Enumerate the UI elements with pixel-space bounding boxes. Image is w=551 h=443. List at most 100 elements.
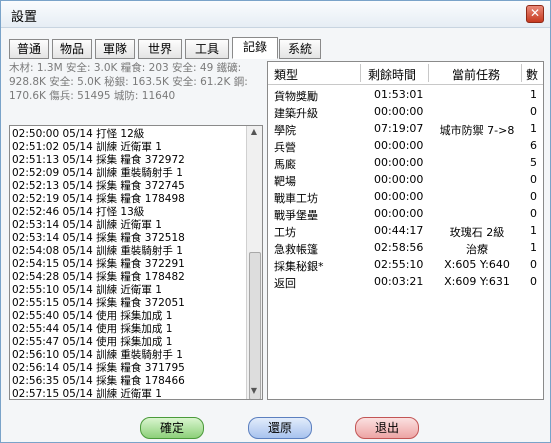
table-row[interactable]: 戰車工坊 00:00:00 0 <box>268 189 543 206</box>
row-time: 07:19:07 <box>374 122 424 135</box>
row-time: 00:00:00 <box>374 173 424 186</box>
table-row[interactable]: 建築升級 00:00:00 0 <box>268 104 543 121</box>
tab-system[interactable]: 系統 <box>279 39 321 59</box>
close-icon[interactable]: ✕ <box>526 5 544 23</box>
exit-button[interactable]: 退出 <box>355 417 419 439</box>
row-task: 治療 <box>466 243 488 256</box>
table-row[interactable]: 兵營 00:00:00 6 <box>268 138 543 155</box>
row-type: 學院 <box>274 124 296 137</box>
row-count: 0 <box>530 173 537 186</box>
row-count: 6 <box>530 139 537 152</box>
log-line: 02:53:14 05/14 訓練 近衛軍 1 <box>12 219 162 231</box>
stats-line: 木材: 1.3M 安全: 3.0K 糧食: 203 安全: 49 鐵礦: <box>9 62 242 74</box>
row-type: 急救帳篷 <box>274 243 318 256</box>
header-remaining-time[interactable]: 剩餘時間 <box>368 66 416 83</box>
row-time: 00:00:00 <box>374 139 424 152</box>
table-row[interactable]: 貨物獎勵 01:53:01 1 <box>268 87 543 104</box>
log-line: 02:52:19 05/14 採集 糧食 178498 <box>12 193 185 205</box>
scroll-down-icon[interactable]: ▼ <box>249 386 259 398</box>
row-type: 工坊 <box>274 226 296 239</box>
row-task: 城市防禦 7->8 <box>439 124 515 137</box>
table-row[interactable]: 學院 07:19:07 城市防禦 7->8 1 <box>268 121 543 138</box>
row-time: 00:00:00 <box>374 207 424 220</box>
row-time: 00:44:17 <box>374 224 424 237</box>
log-line: 02:56:14 05/14 採集 糧食 371795 <box>12 362 185 374</box>
row-time: 02:55:10 <box>374 258 424 271</box>
tab-items[interactable]: 物品 <box>52 39 92 59</box>
row-count: 1 <box>530 88 537 101</box>
row-count: 0 <box>530 258 537 271</box>
row-type: 採集秘銀* <box>274 260 324 273</box>
table-row[interactable]: 急救帳篷 02:58:56 治療 1 <box>268 240 543 257</box>
row-type: 馬廄 <box>274 158 296 171</box>
log-line: 02:53:14 05/14 採集 糧食 372518 <box>12 232 185 244</box>
revert-button[interactable]: 還原 <box>248 417 312 439</box>
log-line: 02:55:15 05/14 採集 糧食 372051 <box>12 297 185 309</box>
row-count: 1 <box>530 122 537 135</box>
row-count: 0 <box>530 207 537 220</box>
row-type: 靶場 <box>274 175 296 188</box>
row-time: 00:00:00 <box>374 190 424 203</box>
table-row[interactable]: 戰爭堡壘 00:00:00 0 <box>268 206 543 223</box>
log-line: 02:55:47 05/14 使用 採集加成 1 <box>12 336 173 348</box>
column-divider[interactable] <box>428 64 429 82</box>
log-line: 02:51:02 05/14 訓練 近衛軍 1 <box>12 141 162 153</box>
header-current-task[interactable]: 當前任務 <box>452 66 500 83</box>
settings-window: 設置 ✕ 普通 物品 軍隊 世界 工具 記錄 系統 木材: 1.3M 安全: 3… <box>0 0 551 443</box>
row-count: 5 <box>530 156 537 169</box>
stats-line: 928.8K 安全: 5.0K 秘銀: 163.5K 安全: 61.2K 鋼: <box>9 76 248 88</box>
queue-header: 類型 剩餘時間 當前任務 數 <box>268 62 543 85</box>
row-time: 01:53:01 <box>374 88 424 101</box>
log-line: 02:55:40 05/14 使用 採集加成 1 <box>12 310 173 322</box>
column-divider[interactable] <box>360 64 361 82</box>
tab-army[interactable]: 軍隊 <box>95 39 135 59</box>
event-log[interactable]: 02:50:00 05/14 打怪 12級 02:51:02 05/14 訓練 … <box>9 125 263 400</box>
row-type: 兵營 <box>274 141 296 154</box>
table-row[interactable]: 返回 00:03:21 X:609 Y:631 0 <box>268 274 543 291</box>
row-count: 1 <box>530 241 537 254</box>
row-time: 00:00:00 <box>374 105 424 118</box>
row-type: 戰車工坊 <box>274 192 318 205</box>
header-count[interactable]: 數 <box>526 66 538 83</box>
table-row[interactable]: 採集秘銀* 02:55:10 X:605 Y:640 0 <box>268 257 543 274</box>
tab-world[interactable]: 世界 <box>138 39 182 59</box>
row-count: 0 <box>530 105 537 118</box>
title-bar: 設置 ✕ <box>1 1 550 28</box>
confirm-button[interactable]: 確定 <box>140 417 204 439</box>
log-line: 02:52:46 05/14 打怪 13級 <box>12 206 145 218</box>
table-row[interactable]: 工坊 00:44:17 玫瑰石 2級 1 <box>268 223 543 240</box>
stats-line: 170.6K 傷兵: 51495 城防: 11640 <box>9 90 176 102</box>
log-line: 02:54:15 05/14 採集 糧食 372291 <box>12 258 185 270</box>
tab-records[interactable]: 記錄 <box>232 37 278 59</box>
tab-tools[interactable]: 工具 <box>185 39 229 59</box>
log-line: 02:56:35 05/14 採集 糧食 178466 <box>12 375 185 387</box>
row-count: 1 <box>530 224 537 237</box>
row-time: 00:00:00 <box>374 156 424 169</box>
row-type: 貨物獎勵 <box>274 90 318 103</box>
window-title: 設置 <box>11 10 38 25</box>
table-row[interactable]: 靶場 00:00:00 0 <box>268 172 543 189</box>
row-task: 玫瑰石 2級 <box>449 226 505 239</box>
column-divider[interactable] <box>521 64 522 82</box>
row-type: 建築升級 <box>274 107 318 120</box>
scroll-thumb[interactable] <box>249 252 261 399</box>
log-scrollbar[interactable]: ▲ ▼ <box>246 126 262 399</box>
row-type: 返回 <box>274 277 296 290</box>
log-line: 02:52:13 05/14 採集 糧食 372745 <box>12 180 185 192</box>
log-line: 02:55:44 05/14 使用 採集加成 1 <box>12 323 173 335</box>
row-task: X:605 Y:640 <box>444 258 510 271</box>
table-row[interactable]: 馬廄 00:00:00 5 <box>268 155 543 172</box>
log-line: 02:50:00 05/14 打怪 12級 <box>12 128 145 140</box>
log-line: 02:55:10 05/14 訓練 近衛軍 1 <box>12 284 162 296</box>
log-line: 02:54:28 05/14 採集 糧食 178482 <box>12 271 185 283</box>
row-count: 0 <box>530 275 537 288</box>
row-task: X:609 Y:631 <box>444 275 510 288</box>
row-count: 0 <box>530 190 537 203</box>
header-type[interactable]: 類型 <box>274 66 298 83</box>
row-type: 戰爭堡壘 <box>274 209 318 222</box>
scroll-up-icon[interactable]: ▲ <box>249 127 259 139</box>
queue-table: 類型 剩餘時間 當前任務 數 貨物獎勵 01:53:01 1 建築升級 00:0… <box>267 61 544 400</box>
log-line: 02:54:08 05/14 訓練 重裝騎射手 1 <box>12 245 183 257</box>
tab-general[interactable]: 普通 <box>9 39 49 59</box>
row-time: 02:58:56 <box>374 241 424 254</box>
